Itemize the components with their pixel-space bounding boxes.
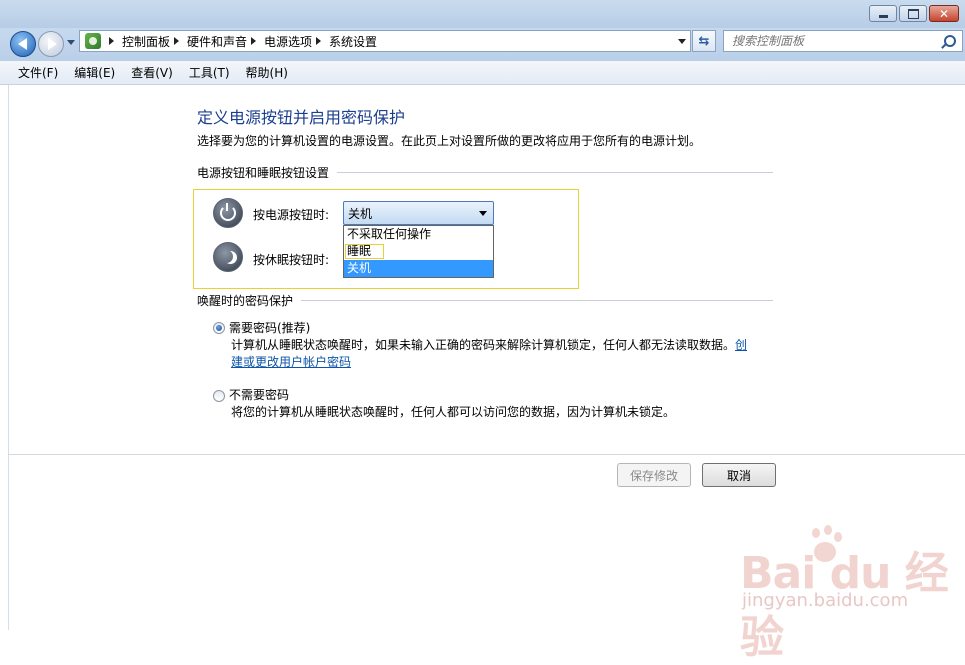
refresh-icon: ⇆ <box>698 33 710 49</box>
address-bar[interactable]: 控制面板 硬件和声音 电源选项 系统设置 <box>79 30 691 52</box>
chevron-down-icon <box>479 211 487 216</box>
menu-edit[interactable]: 编辑(E) <box>66 64 123 81</box>
cancel-button[interactable]: 取消 <box>702 463 776 487</box>
maximize-icon <box>907 8 919 19</box>
menu-file[interactable]: 文件(F) <box>10 64 66 81</box>
no-password-description: 将您的计算机从睡眠状态唤醒时，任何人都可以访问您的数据，因为计算机未锁定。 <box>231 405 676 419</box>
search-icon[interactable] <box>944 35 956 47</box>
moon-icon <box>220 250 233 263</box>
maximize-button[interactable] <box>899 5 927 22</box>
create-password-link[interactable]: 建或更改用户帐户密码 <box>231 355 351 369</box>
breadcrumb-power-options[interactable]: 电源选项 <box>264 33 312 50</box>
window-titlebar: ✕ <box>0 0 965 28</box>
breadcrumb-control-panel[interactable]: 控制面板 <box>122 33 170 50</box>
close-icon: ✕ <box>938 6 950 21</box>
option-shutdown[interactable]: 关机 <box>344 260 493 277</box>
search-input[interactable] <box>724 31 937 51</box>
breadcrumb-separator-icon[interactable] <box>316 37 322 45</box>
menu-bar: 文件(F) 编辑(E) 查看(V) 工具(T) 帮助(H) <box>0 61 965 85</box>
back-button[interactable] <box>10 31 36 57</box>
section-password: 唤醒时的密码保护 <box>197 292 773 309</box>
power-action-value: 关机 <box>348 206 373 221</box>
sleep-button-label: 按休眠按钮时: <box>253 253 330 267</box>
page-description: 选择要为您的计算机设置的电源设置。在此页上对设置所做的更改将应用于您所有的电源计… <box>197 134 702 148</box>
section-divider <box>337 172 773 173</box>
page-title: 定义电源按钮并启用密码保护 <box>197 108 406 127</box>
power-button-label: 按电源按钮时: <box>253 208 330 222</box>
power-action-dropdown: 不采取任何操作 睡眠 关机 <box>343 225 494 278</box>
power-action-select[interactable]: 关机 <box>343 201 494 225</box>
no-password-label[interactable]: 不需要密码 <box>229 386 289 403</box>
require-password-description: 计算机从睡眠状态唤醒时，如果未输入正确的密码来解除计算机锁定，任何人都无法读取数… <box>231 338 748 369</box>
forward-arrow-icon <box>47 38 57 50</box>
sleep-button-icon <box>213 242 243 272</box>
require-password-radio[interactable] <box>213 322 225 334</box>
window-controls: ✕ <box>869 5 959 22</box>
minimize-button[interactable] <box>869 5 897 22</box>
back-arrow-icon <box>17 38 27 50</box>
control-panel-icon <box>85 33 101 49</box>
forward-button[interactable] <box>38 31 64 57</box>
search-box[interactable] <box>723 30 963 52</box>
option-sleep[interactable]: 睡眠 <box>344 243 493 260</box>
address-dropdown-icon[interactable] <box>678 39 686 44</box>
save-button[interactable]: 保存修改 <box>617 463 691 487</box>
baidu-watermark-url: jingyan.baidu.com <box>742 590 909 611</box>
close-button[interactable]: ✕ <box>929 5 959 22</box>
menu-help[interactable]: 帮助(H) <box>238 64 296 81</box>
menu-tools[interactable]: 工具(T) <box>181 64 238 81</box>
minimize-icon <box>878 15 888 18</box>
section-divider <box>301 300 773 301</box>
menu-view[interactable]: 查看(V) <box>123 64 181 81</box>
breadcrumb-hardware-sound[interactable]: 硬件和声音 <box>187 33 247 50</box>
create-password-link-start[interactable]: 创 <box>735 338 747 352</box>
power-button-icon <box>213 198 243 228</box>
section-heading: 唤醒时的密码保护 <box>197 294 294 308</box>
require-password-label[interactable]: 需要密码(推荐) <box>229 319 310 336</box>
breadcrumb-system-settings[interactable]: 系统设置 <box>329 33 377 50</box>
recent-pages-dropdown-icon[interactable] <box>67 40 75 45</box>
breadcrumb-separator-icon[interactable] <box>109 37 114 45</box>
footer-divider <box>8 454 965 455</box>
option-do-nothing[interactable]: 不采取任何操作 <box>344 226 493 243</box>
refresh-button[interactable]: ⇆ <box>692 30 716 52</box>
no-password-radio[interactable] <box>213 390 225 402</box>
breadcrumb-separator-icon[interactable] <box>251 37 257 45</box>
section-power-buttons: 电源按钮和睡眠按钮设置 <box>197 164 773 181</box>
section-heading: 电源按钮和睡眠按钮设置 <box>197 166 330 180</box>
breadcrumb-separator-icon[interactable] <box>174 37 180 45</box>
